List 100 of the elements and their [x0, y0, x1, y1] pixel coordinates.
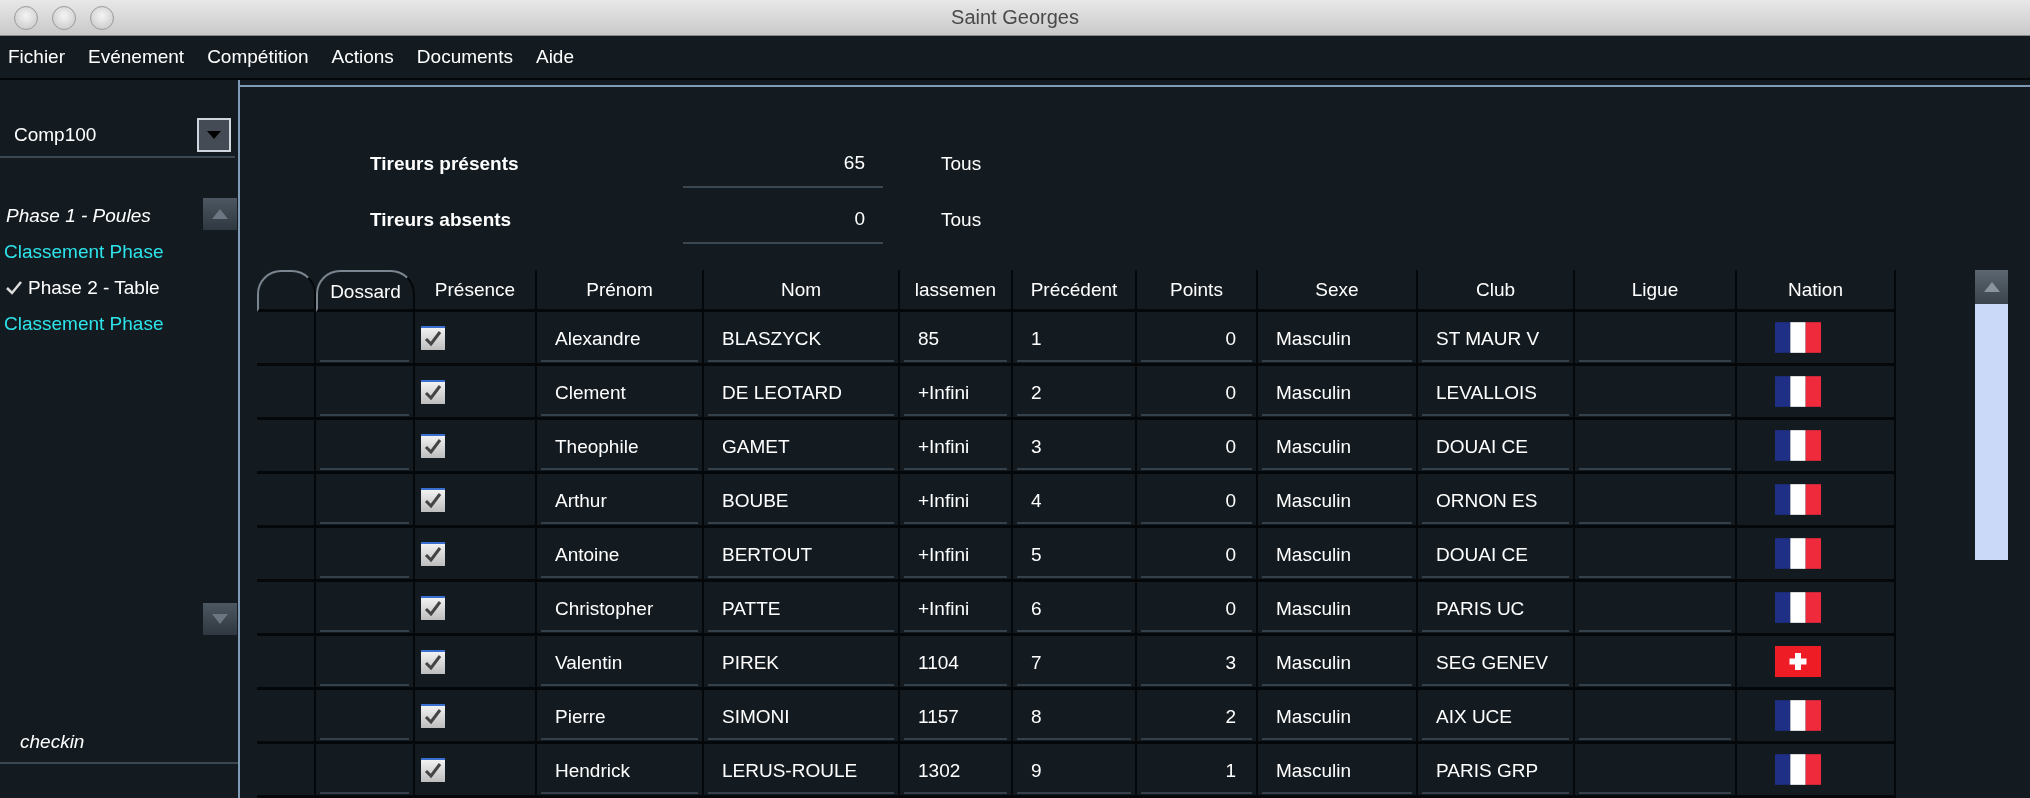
table-cell-text: Pierre [554, 705, 606, 728]
filter-label[interactable]: Tous [941, 153, 982, 175]
menu-item[interactable]: Fichier [8, 46, 74, 68]
column-header[interactable]: Précédent [1013, 270, 1137, 312]
table-cell-text: SEG GENEV [1435, 651, 1548, 674]
table-cell-text: 1104 [917, 651, 959, 674]
caret-icon [207, 131, 221, 139]
menu-item[interactable]: Evénement [88, 46, 194, 68]
down-arrow-icon [212, 614, 228, 624]
checkbox[interactable] [421, 325, 445, 350]
table-cell-text: SIMONI [721, 705, 790, 728]
checkbox[interactable] [421, 487, 445, 512]
scrollbar[interactable] [1975, 270, 2008, 560]
table-cell-text: Clement [554, 381, 626, 404]
table-cell: 0 [1225, 435, 1236, 458]
count-field: 0 [683, 196, 883, 244]
column-header[interactable]: Présence [415, 270, 537, 312]
flag-icon [1775, 376, 1821, 407]
menu-item[interactable]: Compétition [207, 46, 318, 68]
table-cell-text: PARIS UC [1435, 597, 1525, 620]
window-title: Saint Georges [951, 6, 1079, 28]
table-cell-text: 4 [1030, 489, 1042, 512]
table-cell-text: Masculin [1275, 489, 1351, 512]
flag-icon [1775, 754, 1821, 785]
column-header[interactable]: Nation [1737, 270, 1896, 312]
filter-label[interactable]: Tous [941, 209, 982, 231]
flag-icon [1775, 646, 1821, 677]
flag-icon [1775, 484, 1821, 515]
table-cell-text: 1157 [917, 705, 959, 728]
checkbox[interactable] [421, 703, 445, 728]
sidebar-item[interactable]: Phase 2 - Table [0, 270, 203, 306]
table-cell-text: PATTE [721, 597, 781, 620]
table-cell-text: BLASZYCK [721, 327, 822, 350]
table-cell: 0 [1225, 327, 1236, 350]
column-header[interactable]: Ligue [1575, 270, 1737, 312]
column-header[interactable]: lassemen [900, 270, 1013, 312]
table-cell-text: Masculin [1275, 543, 1351, 566]
table-cell-text: Theophile [554, 435, 639, 458]
column-header[interactable]: Points [1137, 270, 1258, 312]
table-cell-text: Christopher [554, 597, 654, 620]
up-arrow-icon [1983, 282, 2000, 292]
checkbox[interactable] [421, 379, 445, 404]
table-cell-text: +Infini [917, 543, 970, 566]
table-cell-text: DE LEOTARD [721, 381, 842, 404]
table-cell-text: GAMET [721, 435, 790, 458]
column-header[interactable]: Nom [704, 270, 900, 312]
column-header[interactable]: Club [1418, 270, 1575, 312]
table-cell-text: Arthur [554, 489, 607, 512]
table-cell-text: 8 [1030, 705, 1042, 728]
table-cell-text: Masculin [1275, 435, 1351, 458]
table-cell: 0 [1225, 543, 1236, 566]
table-cell-text: DOUAI CE [1435, 543, 1528, 566]
table-cell-text: ST MAUR V [1435, 327, 1540, 350]
menu-item[interactable]: Actions [331, 46, 403, 68]
menu-item[interactable]: Aide [535, 46, 583, 68]
competition-dropdown[interactable]: Comp100 [0, 114, 235, 158]
table-cell-text: Hendrick [554, 759, 630, 782]
flag-icon [1775, 538, 1821, 569]
scroll-down-button[interactable] [203, 603, 237, 635]
count-field: 65 [683, 140, 883, 188]
table-cell-text: ORNON ES [1435, 489, 1538, 512]
checkbox[interactable] [421, 433, 445, 458]
table-cell-text: LEVALLOIS [1435, 381, 1538, 404]
sidebar-item[interactable]: Phase 1 - Poules [0, 198, 203, 234]
column-header[interactable]: Dossard [316, 270, 415, 312]
table-cell-text: LERUS-ROULE [721, 759, 858, 782]
table-cell-text: PARIS GRP [1435, 759, 1539, 782]
checkbox[interactable] [421, 595, 445, 620]
table-cell-text: BOUBE [721, 489, 789, 512]
sidebar-item[interactable]: Classement Phase [0, 306, 203, 342]
table-cell: 3 [1225, 651, 1236, 674]
table-cell-text: +Infini [917, 489, 970, 512]
table-cell-text: BERTOUT [721, 543, 813, 566]
sidebar-item[interactable]: Classement Phase [0, 234, 203, 270]
column-header[interactable]: Sexe [1258, 270, 1418, 312]
table-cell-text: Masculin [1275, 759, 1351, 782]
table-cell-text: 7 [1030, 651, 1042, 674]
table-cell-text: +Infini [917, 597, 970, 620]
table-cell-text: Alexandre [554, 327, 641, 350]
column-header[interactable]: Prénom [537, 270, 704, 312]
table-cell-text: 5 [1030, 543, 1042, 566]
column-header[interactable] [257, 270, 316, 312]
checkbox[interactable] [421, 649, 445, 674]
table-cell-text: 3 [1030, 435, 1042, 458]
checkbox[interactable] [421, 541, 445, 566]
table-cell-text: +Infini [917, 381, 970, 404]
table-cell: 2 [1225, 705, 1236, 728]
scroll-up-button[interactable] [203, 198, 237, 230]
stat-label: Tireurs absents [370, 209, 513, 231]
table-cell-text: Antoine [554, 543, 620, 566]
status-label: checkin [0, 722, 238, 764]
up-arrow-icon [212, 209, 228, 219]
table-cell-text: Valentin [554, 651, 623, 674]
table-cell-text: Masculin [1275, 327, 1351, 350]
table-cell-text: Masculin [1275, 381, 1351, 404]
table-cell: 1 [1225, 759, 1236, 782]
flag-icon [1775, 592, 1821, 623]
checkbox[interactable] [421, 757, 445, 782]
table-cell-text: 2 [1030, 381, 1042, 404]
menu-item[interactable]: Documents [416, 46, 522, 68]
